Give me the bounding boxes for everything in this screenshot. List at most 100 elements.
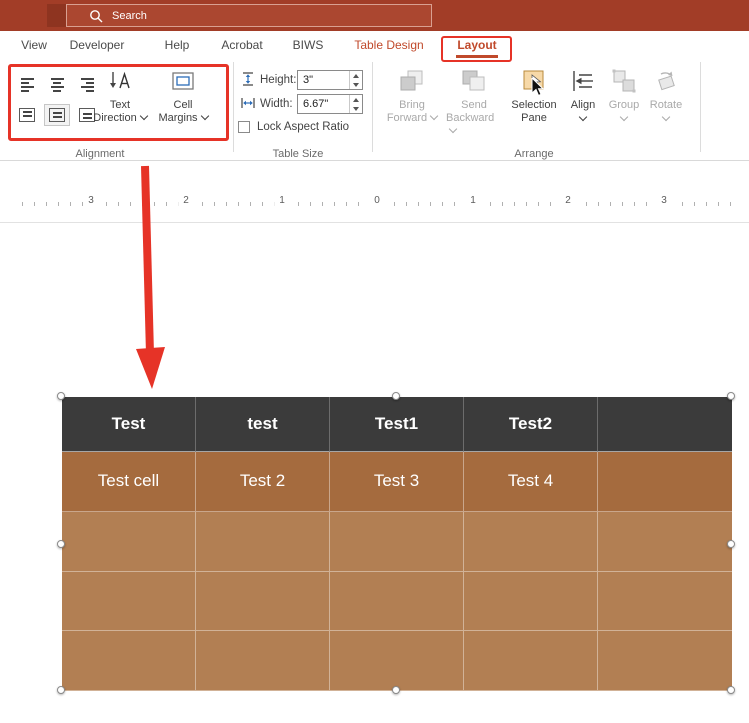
send-backward-button[interactable]: Send Backward — [446, 66, 502, 138]
width-spin-down-button[interactable] — [350, 104, 362, 113]
table-resize-handle-top-left[interactable] — [57, 392, 65, 400]
table-header-cell[interactable]: test — [196, 397, 330, 452]
table-resize-handle-middle-right[interactable] — [727, 540, 735, 548]
width-spinbox[interactable] — [297, 94, 363, 114]
ruler-mark: 2 — [560, 195, 576, 206]
table-cell[interactable]: Test 3 — [330, 452, 464, 512]
ribbon: Text Direction Cell Margins Alignment He… — [0, 58, 749, 161]
table-header-cell[interactable] — [598, 397, 732, 452]
table-cell[interactable] — [598, 452, 732, 512]
table-resize-handle-bottom-right[interactable] — [727, 686, 735, 694]
bring-forward-button[interactable]: Bring Forward — [386, 66, 439, 125]
table-cell[interactable] — [330, 571, 464, 632]
width-input[interactable] — [298, 95, 348, 113]
send-backward-label-2: Backward — [446, 112, 502, 138]
ruler-mark: 3 — [83, 195, 99, 206]
align-objects-label: Align — [570, 99, 596, 111]
width-icon — [241, 98, 255, 108]
table-cell[interactable] — [196, 631, 330, 691]
table-resize-handle-middle-left[interactable] — [57, 540, 65, 548]
table-cell[interactable] — [598, 631, 732, 691]
chevron-down-icon — [429, 111, 439, 121]
height-spin-down-button[interactable] — [350, 80, 362, 89]
horizontal-ruler: 3 2 1 0 1 2 3 — [0, 192, 749, 214]
text-direction-icon — [110, 71, 130, 89]
table-cell[interactable] — [62, 511, 196, 572]
slide-table: Test test Test1 Test2 Test cell Test 2 T… — [62, 397, 732, 691]
lock-aspect-ratio-checkbox[interactable] — [238, 121, 250, 133]
spin-up-icon — [353, 73, 359, 78]
rotate-objects-button[interactable]: Rotate — [644, 66, 688, 122]
width-spin-up-button[interactable] — [350, 95, 362, 104]
spin-up-icon — [353, 97, 359, 102]
tab-layout-label: Layout — [457, 37, 497, 52]
height-spinbox[interactable] — [297, 70, 363, 90]
center-vertically-icon — [49, 108, 65, 122]
table-cell[interactable] — [598, 571, 732, 632]
tab-biws[interactable]: BIWS — [286, 31, 330, 58]
table-cell[interactable] — [196, 511, 330, 572]
send-backward-label-1: Send — [461, 99, 487, 111]
arrange-group-label: Arrange — [514, 148, 554, 160]
table-cell[interactable] — [598, 511, 732, 572]
ruler-mark: 2 — [178, 195, 194, 206]
tab-table-design[interactable]: Table Design — [346, 31, 432, 58]
table-cell[interactable] — [62, 631, 196, 691]
group-separator — [372, 62, 373, 152]
tab-developer[interactable]: Developer — [66, 31, 128, 58]
selection-pane-button[interactable]: Selection Pane — [506, 66, 562, 125]
alignment-group-label: Alignment — [75, 148, 125, 160]
tab-layout[interactable]: Layout — [450, 31, 504, 58]
chevron-down-icon — [139, 111, 148, 121]
table-cell[interactable]: Test 2 — [196, 452, 330, 512]
table-resize-handle-bottom-left[interactable] — [57, 686, 65, 694]
table-header-cell[interactable]: Test — [62, 397, 196, 452]
tab-view[interactable]: View — [14, 31, 54, 58]
height-input[interactable] — [298, 71, 348, 89]
group-objects-button[interactable]: Group — [604, 66, 644, 122]
align-objects-button[interactable]: Align — [564, 66, 602, 122]
search-icon — [90, 9, 103, 22]
cell-margins-label-1: Cell — [173, 99, 193, 111]
width-label: Width: — [260, 98, 293, 110]
table-cell[interactable]: Test cell — [62, 452, 196, 512]
cell-margins-label-2: Margins — [158, 111, 209, 125]
table-cell[interactable] — [330, 511, 464, 572]
align-text-center-button[interactable] — [44, 74, 70, 96]
table-resize-handle-bottom-center[interactable] — [392, 686, 400, 694]
table-resize-handle-top-right[interactable] — [727, 392, 735, 400]
group-objects-label: Group — [608, 99, 640, 111]
chevron-down-icon — [619, 112, 629, 122]
search-placeholder: Search — [112, 9, 147, 22]
bring-forward-label-1: Bring — [399, 99, 425, 111]
lock-aspect-ratio-label: Lock Aspect Ratio — [257, 121, 350, 133]
bring-forward-label-2: Forward — [387, 111, 439, 125]
chevron-down-icon — [578, 112, 588, 122]
table-cell[interactable]: Test 4 — [464, 452, 598, 512]
tab-help[interactable]: Help — [158, 31, 196, 58]
table-cell[interactable] — [464, 511, 598, 572]
send-backward-icon — [462, 70, 485, 91]
table-cell[interactable] — [62, 571, 196, 632]
center-vertically-button[interactable] — [44, 104, 70, 126]
table-header-cell[interactable]: Test1 — [330, 397, 464, 452]
table-resize-handle-top-center[interactable] — [392, 392, 400, 400]
chevron-down-icon — [200, 111, 209, 121]
table-cell[interactable] — [464, 631, 598, 691]
table-cell[interactable] — [330, 631, 464, 691]
search-input[interactable]: Search — [66, 4, 432, 27]
group-separator — [700, 62, 701, 152]
chevron-down-icon — [448, 124, 458, 134]
tab-acrobat[interactable]: Acrobat — [212, 31, 272, 58]
table-header-cell[interactable]: Test2 — [464, 397, 598, 452]
align-top-button[interactable] — [14, 104, 40, 126]
align-text-left-button[interactable] — [14, 74, 40, 96]
ruler-mark: 1 — [274, 195, 290, 206]
cell-margins-button[interactable]: Cell Margins — [152, 66, 214, 125]
text-direction-button[interactable]: Text Direction — [92, 66, 148, 125]
ruler-mark: 0 — [369, 195, 385, 206]
table-cell[interactable] — [196, 571, 330, 632]
align-center-icon — [50, 78, 64, 92]
table-cell[interactable] — [464, 571, 598, 632]
height-spin-up-button[interactable] — [350, 71, 362, 80]
